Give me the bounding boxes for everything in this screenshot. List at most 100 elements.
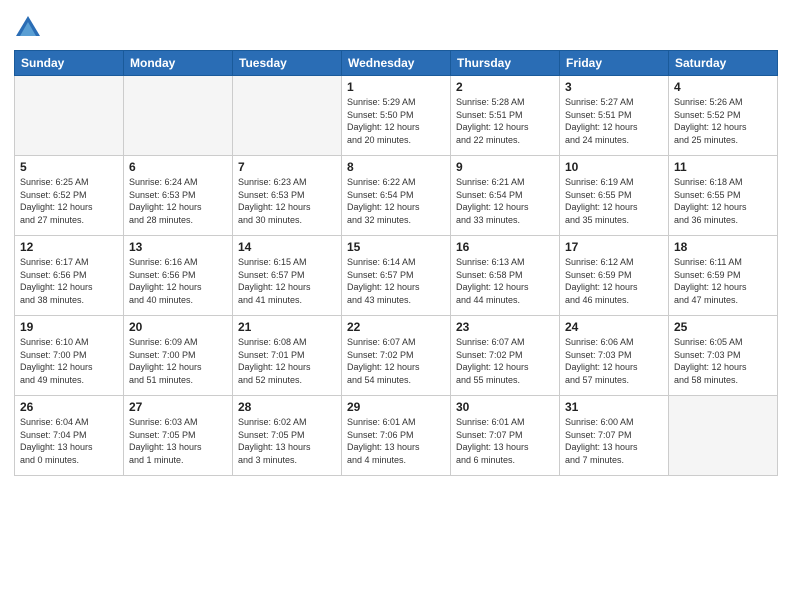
day-number: 28 bbox=[238, 400, 336, 414]
day-of-week-sunday: Sunday bbox=[15, 51, 124, 76]
day-of-week-thursday: Thursday bbox=[451, 51, 560, 76]
day-of-week-wednesday: Wednesday bbox=[342, 51, 451, 76]
calendar-cell: 21 Sunrise: 6:08 AMSunset: 7:01 PMDayligh… bbox=[233, 316, 342, 396]
calendar-cell: 24 Sunrise: 6:06 AMSunset: 7:03 PMDayligh… bbox=[560, 316, 669, 396]
day-number: 17 bbox=[565, 240, 663, 254]
page: SundayMondayTuesdayWednesdayThursdayFrid… bbox=[0, 0, 792, 612]
calendar-cell: 2 Sunrise: 5:28 AMSunset: 5:51 PMDaylight… bbox=[451, 76, 560, 156]
week-row-4: 26 Sunrise: 6:04 AMSunset: 7:04 PMDayligh… bbox=[15, 396, 778, 476]
day-number: 19 bbox=[20, 320, 118, 334]
week-row-0: 1 Sunrise: 5:29 AMSunset: 5:50 PMDaylight… bbox=[15, 76, 778, 156]
calendar-body: 1 Sunrise: 5:29 AMSunset: 5:50 PMDaylight… bbox=[15, 76, 778, 476]
calendar-cell: 5Sunrise: 6:25 AMSunset: 6:52 PMDaylight… bbox=[15, 156, 124, 236]
day-info: Sunrise: 6:07 AMSunset: 7:02 PMDaylight:… bbox=[456, 336, 554, 386]
calendar-cell: 28 Sunrise: 6:02 AMSunset: 7:05 PMDayligh… bbox=[233, 396, 342, 476]
day-number: 18 bbox=[674, 240, 772, 254]
day-number: 10 bbox=[565, 160, 663, 174]
day-number: 26 bbox=[20, 400, 118, 414]
day-info: Sunrise: 6:22 AMSunset: 6:54 PMDaylight:… bbox=[347, 176, 445, 226]
day-info: Sunrise: 6:16 AMSunset: 6:56 PMDaylight:… bbox=[129, 256, 227, 306]
calendar-table: SundayMondayTuesdayWednesdayThursdayFrid… bbox=[14, 50, 778, 476]
calendar-cell: 22 Sunrise: 6:07 AMSunset: 7:02 PMDayligh… bbox=[342, 316, 451, 396]
day-info: Sunrise: 6:04 AMSunset: 7:04 PMDaylight:… bbox=[20, 416, 118, 466]
day-number: 7 bbox=[238, 160, 336, 174]
calendar-cell: 23 Sunrise: 6:07 AMSunset: 7:02 PMDayligh… bbox=[451, 316, 560, 396]
day-number: 12 bbox=[20, 240, 118, 254]
day-of-week-friday: Friday bbox=[560, 51, 669, 76]
calendar-cell: 9 Sunrise: 6:21 AMSunset: 6:54 PMDaylight… bbox=[451, 156, 560, 236]
day-number: 4 bbox=[674, 80, 772, 94]
calendar-cell: 6 Sunrise: 6:24 AMSunset: 6:53 PMDaylight… bbox=[124, 156, 233, 236]
day-info: Sunrise: 6:11 AMSunset: 6:59 PMDaylight:… bbox=[674, 256, 772, 306]
day-number: 13 bbox=[129, 240, 227, 254]
day-info: Sunrise: 6:10 AMSunset: 7:00 PMDaylight:… bbox=[20, 336, 118, 386]
calendar-cell: 20 Sunrise: 6:09 AMSunset: 7:00 PMDayligh… bbox=[124, 316, 233, 396]
day-number: 2 bbox=[456, 80, 554, 94]
day-info: Sunrise: 5:27 AMSunset: 5:51 PMDaylight:… bbox=[565, 96, 663, 146]
day-number: 21 bbox=[238, 320, 336, 334]
day-info: Sunrise: 6:01 AMSunset: 7:06 PMDaylight:… bbox=[347, 416, 445, 466]
calendar-cell bbox=[124, 76, 233, 156]
day-info: Sunrise: 5:26 AMSunset: 5:52 PMDaylight:… bbox=[674, 96, 772, 146]
day-number: 20 bbox=[129, 320, 227, 334]
day-info: Sunrise: 6:24 AMSunset: 6:53 PMDaylight:… bbox=[129, 176, 227, 226]
day-info: Sunrise: 6:01 AMSunset: 7:07 PMDaylight:… bbox=[456, 416, 554, 466]
day-info: Sunrise: 5:28 AMSunset: 5:51 PMDaylight:… bbox=[456, 96, 554, 146]
day-info: Sunrise: 6:09 AMSunset: 7:00 PMDaylight:… bbox=[129, 336, 227, 386]
week-row-2: 12 Sunrise: 6:17 AMSunset: 6:56 PMDayligh… bbox=[15, 236, 778, 316]
day-info: Sunrise: 6:13 AMSunset: 6:58 PMDaylight:… bbox=[456, 256, 554, 306]
calendar-cell: 19 Sunrise: 6:10 AMSunset: 7:00 PMDayligh… bbox=[15, 316, 124, 396]
calendar-cell: 1 Sunrise: 5:29 AMSunset: 5:50 PMDaylight… bbox=[342, 76, 451, 156]
day-info: Sunrise: 6:02 AMSunset: 7:05 PMDaylight:… bbox=[238, 416, 336, 466]
calendar-cell: 3 Sunrise: 5:27 AMSunset: 5:51 PMDaylight… bbox=[560, 76, 669, 156]
day-number: 9 bbox=[456, 160, 554, 174]
day-number: 3 bbox=[565, 80, 663, 94]
calendar-cell: 29 Sunrise: 6:01 AMSunset: 7:06 PMDayligh… bbox=[342, 396, 451, 476]
calendar-cell: 18 Sunrise: 6:11 AMSunset: 6:59 PMDayligh… bbox=[669, 236, 778, 316]
calendar-cell: 14 Sunrise: 6:15 AMSunset: 6:57 PMDayligh… bbox=[233, 236, 342, 316]
day-number: 24 bbox=[565, 320, 663, 334]
day-info: Sunrise: 6:08 AMSunset: 7:01 PMDaylight:… bbox=[238, 336, 336, 386]
day-number: 30 bbox=[456, 400, 554, 414]
calendar-cell: 10Sunrise: 6:19 AMSunset: 6:55 PMDayligh… bbox=[560, 156, 669, 236]
logo bbox=[14, 14, 46, 42]
calendar-cell: 7Sunrise: 6:23 AMSunset: 6:53 PMDaylight… bbox=[233, 156, 342, 236]
day-number: 11 bbox=[674, 160, 772, 174]
day-info: Sunrise: 6:25 AMSunset: 6:52 PMDaylight:… bbox=[20, 176, 118, 226]
day-info: Sunrise: 6:06 AMSunset: 7:03 PMDaylight:… bbox=[565, 336, 663, 386]
day-number: 14 bbox=[238, 240, 336, 254]
calendar-cell: 4 Sunrise: 5:26 AMSunset: 5:52 PMDaylight… bbox=[669, 76, 778, 156]
day-number: 29 bbox=[347, 400, 445, 414]
day-number: 25 bbox=[674, 320, 772, 334]
day-number: 22 bbox=[347, 320, 445, 334]
day-number: 31 bbox=[565, 400, 663, 414]
day-number: 8 bbox=[347, 160, 445, 174]
day-info: Sunrise: 6:03 AMSunset: 7:05 PMDaylight:… bbox=[129, 416, 227, 466]
day-info: Sunrise: 6:07 AMSunset: 7:02 PMDaylight:… bbox=[347, 336, 445, 386]
day-info: Sunrise: 6:17 AMSunset: 6:56 PMDaylight:… bbox=[20, 256, 118, 306]
header-row: SundayMondayTuesdayWednesdayThursdayFrid… bbox=[15, 51, 778, 76]
day-of-week-tuesday: Tuesday bbox=[233, 51, 342, 76]
day-info: Sunrise: 6:14 AMSunset: 6:57 PMDaylight:… bbox=[347, 256, 445, 306]
calendar-header: SundayMondayTuesdayWednesdayThursdayFrid… bbox=[15, 51, 778, 76]
day-info: Sunrise: 6:00 AMSunset: 7:07 PMDaylight:… bbox=[565, 416, 663, 466]
day-of-week-monday: Monday bbox=[124, 51, 233, 76]
day-info: Sunrise: 6:15 AMSunset: 6:57 PMDaylight:… bbox=[238, 256, 336, 306]
day-number: 6 bbox=[129, 160, 227, 174]
calendar-cell: 25Sunrise: 6:05 AMSunset: 7:03 PMDayligh… bbox=[669, 316, 778, 396]
calendar-cell: 17 Sunrise: 6:12 AMSunset: 6:59 PMDayligh… bbox=[560, 236, 669, 316]
calendar-cell bbox=[233, 76, 342, 156]
week-row-3: 19 Sunrise: 6:10 AMSunset: 7:00 PMDayligh… bbox=[15, 316, 778, 396]
calendar-cell bbox=[15, 76, 124, 156]
calendar-cell: 8 Sunrise: 6:22 AMSunset: 6:54 PMDaylight… bbox=[342, 156, 451, 236]
calendar-cell bbox=[669, 396, 778, 476]
day-info: Sunrise: 6:12 AMSunset: 6:59 PMDaylight:… bbox=[565, 256, 663, 306]
day-number: 23 bbox=[456, 320, 554, 334]
day-number: 16 bbox=[456, 240, 554, 254]
day-info: Sunrise: 6:21 AMSunset: 6:54 PMDaylight:… bbox=[456, 176, 554, 226]
day-info: Sunrise: 5:29 AMSunset: 5:50 PMDaylight:… bbox=[347, 96, 445, 146]
calendar-cell: 12 Sunrise: 6:17 AMSunset: 6:56 PMDayligh… bbox=[15, 236, 124, 316]
day-number: 15 bbox=[347, 240, 445, 254]
calendar-cell: 31 Sunrise: 6:00 AMSunset: 7:07 PMDayligh… bbox=[560, 396, 669, 476]
day-number: 1 bbox=[347, 80, 445, 94]
